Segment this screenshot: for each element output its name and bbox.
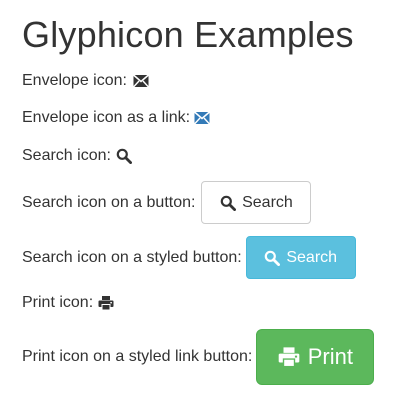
row-print-link-button: Print icon on a styled link button: Prin… [22,329,375,385]
print-icon-label: Print icon: [22,294,94,311]
envelope-link-label: Envelope icon as a link: [22,109,191,126]
row-envelope-icon: Envelope icon: [22,70,149,92]
envelope-icon [132,73,149,89]
search-icon-label: Search icon: [22,147,111,164]
row-envelope-link: Envelope icon as a link: [22,107,211,129]
print-icon [98,295,114,311]
search-button-label: Search icon on a button: [22,193,196,211]
search-styled-button-label: Search icon on a styled button: [22,248,242,266]
search-icon [220,195,237,211]
print-link-button-label: Print icon on a styled link button: [22,348,253,365]
envelope-icon [194,110,211,126]
page-title: Glyphicon Examples [22,14,354,55]
search-icon [264,250,281,266]
row-search-icon: Search icon: [22,145,132,167]
search-button[interactable]: Search [201,181,312,224]
row-search-styled-button: Search icon on a styled button: Search [22,236,356,279]
print-icon [278,346,300,368]
envelope-link[interactable] [194,110,211,126]
row-print-icon: Print icon: [22,292,114,314]
search-styled-button[interactable]: Search [245,236,356,279]
search-styled-button-text: Search [286,248,338,266]
print-link-button[interactable]: Print [256,329,375,385]
envelope-icon-label: Envelope icon: [22,72,127,89]
search-button-text: Search [242,193,293,211]
search-icon [116,148,132,164]
row-search-button: Search icon on a button: Search [22,181,312,224]
print-link-button-text: Print [307,344,353,369]
page-content: Glyphicon Examples [22,12,402,58]
